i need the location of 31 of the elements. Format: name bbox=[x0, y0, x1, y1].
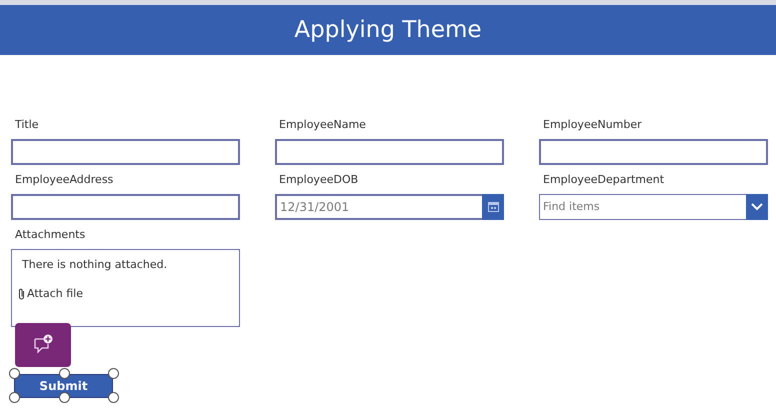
comment-add-icon bbox=[32, 334, 54, 356]
resize-handle[interactable] bbox=[9, 392, 20, 403]
text-field[interactable] bbox=[11, 139, 240, 165]
resize-handle[interactable] bbox=[108, 368, 119, 379]
resize-handle[interactable] bbox=[9, 368, 20, 379]
calendar-icon bbox=[488, 202, 498, 212]
submit-button[interactable]: Submit bbox=[14, 374, 113, 398]
dropdown-placeholder: Find items bbox=[542, 198, 601, 215]
text-field[interactable] bbox=[11, 194, 240, 220]
field-label: EmployeeAddress bbox=[14, 173, 114, 187]
field-label: EmployeeName bbox=[278, 118, 367, 132]
resize-handle[interactable] bbox=[58, 368, 70, 379]
attach-file-link[interactable]: Attach file bbox=[18, 286, 83, 302]
chevron-down-icon bbox=[751, 203, 763, 211]
header-title: Applying Theme bbox=[294, 18, 482, 42]
add-comment-button[interactable] bbox=[15, 323, 71, 367]
text-field[interactable] bbox=[539, 139, 768, 165]
field-label: Title bbox=[14, 118, 40, 132]
field-label: EmployeeNumber bbox=[542, 118, 643, 132]
paperclip-icon bbox=[18, 288, 25, 300]
date-field[interactable]: 12/31/2001 bbox=[275, 194, 504, 220]
date-value: 12/31/2001 bbox=[279, 199, 350, 216]
field-label: EmployeeDepartment bbox=[542, 173, 666, 187]
field-label: EmployeeDOB bbox=[278, 173, 360, 187]
empty-message: There is nothing attached. bbox=[22, 258, 168, 272]
field-label: Attachments bbox=[14, 228, 86, 242]
dropdown-button[interactable] bbox=[746, 194, 768, 220]
dropdown-field[interactable]: Find items bbox=[539, 194, 768, 220]
calendar-button[interactable] bbox=[482, 194, 504, 220]
resize-handle[interactable] bbox=[108, 392, 119, 403]
text-field[interactable] bbox=[275, 139, 504, 165]
